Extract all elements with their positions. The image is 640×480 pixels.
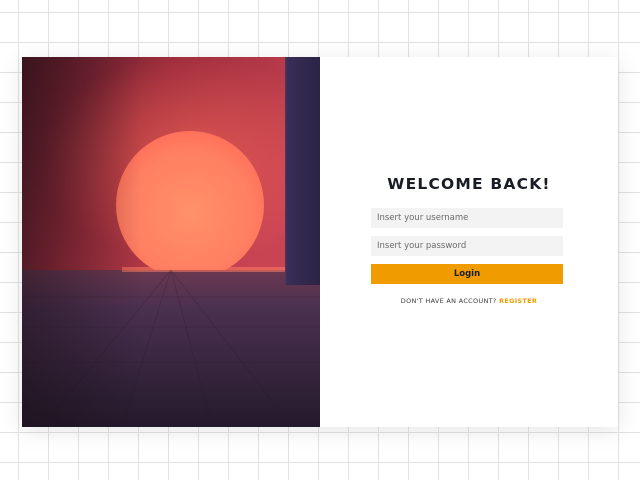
register-prompt: DON'T HAVE AN ACCOUNT? REGISTER (320, 297, 618, 305)
username-input[interactable] (371, 208, 563, 228)
account-prompt-text: DON'T HAVE AN ACCOUNT? (400, 297, 497, 305)
sunset-room-illustration (22, 57, 320, 427)
welcome-title: WELCOME BACK! (387, 175, 551, 193)
password-input[interactable] (371, 236, 563, 256)
login-form-panel: WELCOME BACK! Login DON'T HAVE AN ACCOUN… (320, 57, 618, 427)
register-link[interactable]: REGISTER (499, 297, 537, 305)
login-card: WELCOME BACK! Login DON'T HAVE AN ACCOUN… (22, 57, 618, 427)
login-button[interactable]: Login (371, 264, 563, 284)
hero-image (22, 57, 320, 427)
